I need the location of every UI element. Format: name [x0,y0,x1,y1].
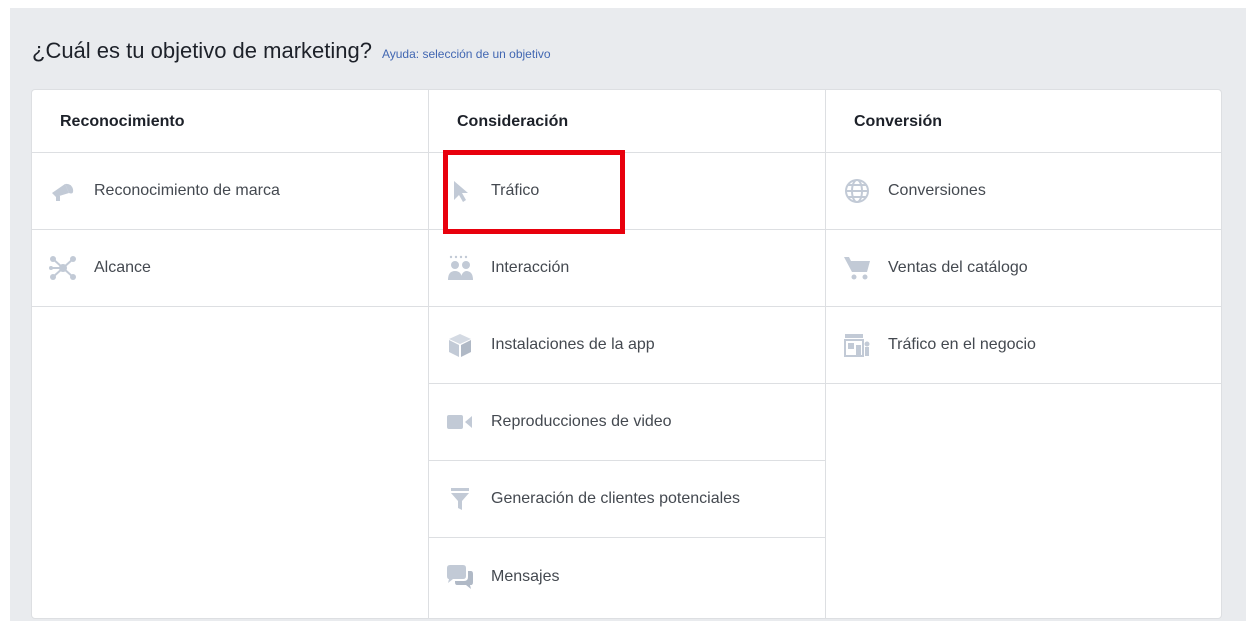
objective-label: Tráfico [491,182,540,199]
objective-lead-generation[interactable]: Generación de clientes potenciales [429,461,826,538]
people-icon [445,253,475,283]
cursor-icon [445,176,475,206]
objective-label: Generación de clientes potenciales [491,490,741,507]
column-awareness: Reconocimiento Reconocimiento de marca A… [32,90,428,618]
objective-video-views[interactable]: Reproducciones de video [429,384,826,461]
funnel-icon [445,484,475,514]
objective-reach[interactable]: Alcance [32,230,428,307]
objective-conversions[interactable]: Conversiones [826,153,1221,230]
objective-app-installs[interactable]: Instalaciones de la app [429,307,826,384]
objective-panel: ¿Cuál es tu objetivo de marketing? Ayuda… [10,8,1246,621]
page-title: ¿Cuál es tu objetivo de marketing? [32,38,372,63]
box-icon [445,330,475,360]
objective-label: Alcance [94,259,151,276]
objectives-table: Reconocimiento Reconocimiento de marca A… [31,89,1222,619]
objective-label: Interacción [491,259,570,276]
network-icon [48,253,78,283]
column-header: Consideración [429,90,826,153]
objective-label: Reconocimiento de marca [94,182,280,199]
objective-label: Ventas del catálogo [888,259,1028,276]
megaphone-icon [48,176,78,206]
objective-engagement[interactable]: Interacción [429,230,826,307]
objective-label: Instalaciones de la app [491,336,655,353]
objective-store-traffic[interactable]: Tráfico en el negocio [826,307,1221,384]
video-camera-icon [445,407,475,437]
column-header: Reconocimiento [32,90,428,153]
shopping-cart-icon [842,253,872,283]
store-icon [842,330,872,360]
objective-messages[interactable]: Mensajes [429,538,826,615]
objective-brand-awareness[interactable]: Reconocimiento de marca [32,153,428,230]
column-header: Conversión [826,90,1221,153]
globe-icon [842,176,872,206]
objective-label: Tráfico en el negocio [888,336,1036,353]
chat-bubbles-icon [445,562,475,592]
objective-catalog-sales[interactable]: Ventas del catálogo [826,230,1221,307]
objective-label: Reproducciones de video [491,413,672,430]
help-link[interactable]: Ayuda: selección de un objetivo [382,47,551,61]
objective-label: Mensajes [491,567,560,585]
objective-traffic[interactable]: Tráfico [429,153,826,230]
header: ¿Cuál es tu objetivo de marketing? Ayuda… [32,38,551,70]
column-consideration: Consideración Tráfico Interacción Instal… [428,90,826,618]
column-conversion: Conversión Conversiones Ventas del catál… [825,90,1221,618]
objective-label: Conversiones [888,182,986,199]
